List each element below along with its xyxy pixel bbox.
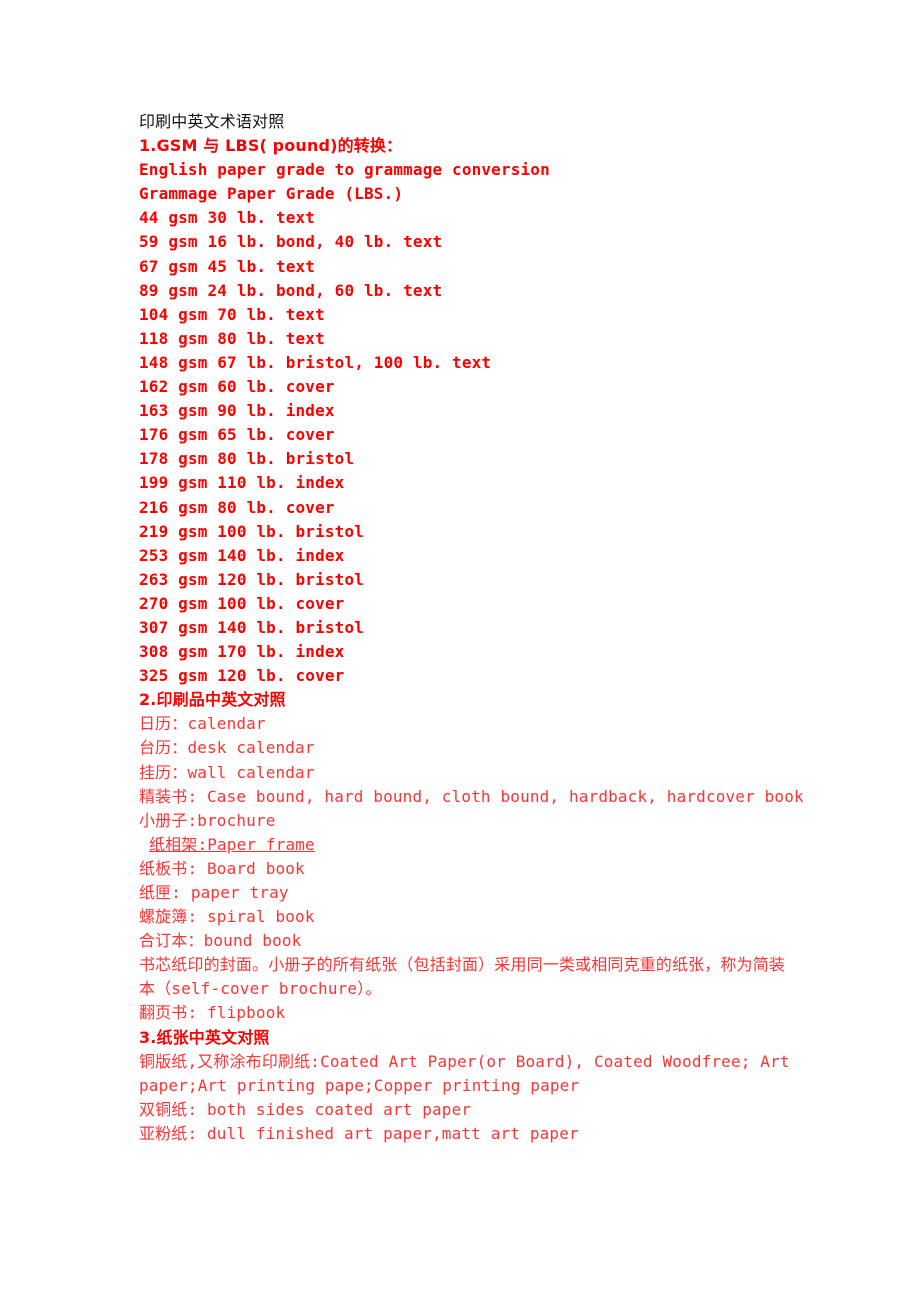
conversion-row: 89 gsm 24 lb. bond, 60 lb. text <box>139 280 443 300</box>
document-title: 印刷中英文术语对照 <box>139 112 285 131</box>
term-item: 日历：calendar <box>139 714 266 734</box>
conversion-row: 263 gsm 120 lb. bristol <box>139 569 365 589</box>
conversion-row: 44 gsm 30 lb. text <box>139 208 316 228</box>
conversion-row: 253 gsm 140 lb. index <box>139 545 345 565</box>
conversion-row: 270 gsm 100 lb. cover <box>139 593 345 613</box>
section3-heading: 3.纸张中英文对照 <box>139 1027 270 1047</box>
section1-heading: 1.GSM 与 LBS( pound)的转换： <box>139 136 403 156</box>
conversion-row: 199 gsm 110 lb. index <box>139 473 345 493</box>
paper-term-item: 双铜纸: both sides coated art paper <box>139 1099 472 1119</box>
term-item: 螺旋簿: spiral book <box>139 907 315 927</box>
conversion-row: 59 gsm 16 lb. bond, 40 lb. text <box>139 232 443 252</box>
conversion-row: 162 gsm 60 lb. cover <box>139 377 335 397</box>
section1-table-header: Grammage Paper Grade (LBS.) <box>139 184 404 204</box>
term-item: 纸板书: Board book <box>139 858 305 878</box>
conversion-row: 307 gsm 140 lb. bristol <box>139 617 365 637</box>
conversion-row: 163 gsm 90 lb. index <box>139 401 335 421</box>
term-item: 精装书: Case bound, hard bound, cloth bound… <box>139 786 804 806</box>
conversion-row: 118 gsm 80 lb. text <box>139 328 325 348</box>
term-item: 小册子:brochure <box>139 810 276 830</box>
conversion-row: 176 gsm 65 lb. cover <box>139 425 335 445</box>
section1-subtitle: English paper grade to grammage conversi… <box>139 160 550 180</box>
conversion-row: 216 gsm 80 lb. cover <box>139 497 335 517</box>
conversion-row: 308 gsm 170 lb. index <box>139 642 345 662</box>
section2-heading: 2.印刷品中英文对照 <box>139 690 286 710</box>
term-item: 挂历：wall calendar <box>139 762 315 782</box>
conversion-row: 178 gsm 80 lb. bristol <box>139 449 355 469</box>
term-item: 合订本：bound book <box>139 931 302 951</box>
term-item: 翻页书: flipbook <box>139 1003 286 1023</box>
document-page: 印刷中英文术语对照 1.GSM 与 LBS( pound)的转换： Englis… <box>139 110 839 1146</box>
conversion-row: 67 gsm 45 lb. text <box>139 256 316 276</box>
term-paragraph: 书芯纸印的封面。小册子的所有纸张（包括封面）采用同一类或相同克重的纸张，称为简装… <box>139 955 786 999</box>
paper-term-item: 铜版纸,又称涂布印刷纸:Coated Art Paper(or Board), … <box>139 1051 790 1095</box>
conversion-row: 325 gsm 120 lb. cover <box>139 666 345 686</box>
conversion-row: 148 gsm 67 lb. bristol, 100 lb. text <box>139 352 492 372</box>
term-item: 台历：desk calendar <box>139 738 315 758</box>
conversion-row: 219 gsm 100 lb. bristol <box>139 521 365 541</box>
term-item-link[interactable]: 纸相架:Paper frame <box>139 833 839 857</box>
paper-term-item: 亚粉纸: dull finished art paper,matt art pa… <box>139 1123 579 1143</box>
term-item: 纸匣: paper tray <box>139 883 289 902</box>
conversion-row: 104 gsm 70 lb. text <box>139 304 325 324</box>
